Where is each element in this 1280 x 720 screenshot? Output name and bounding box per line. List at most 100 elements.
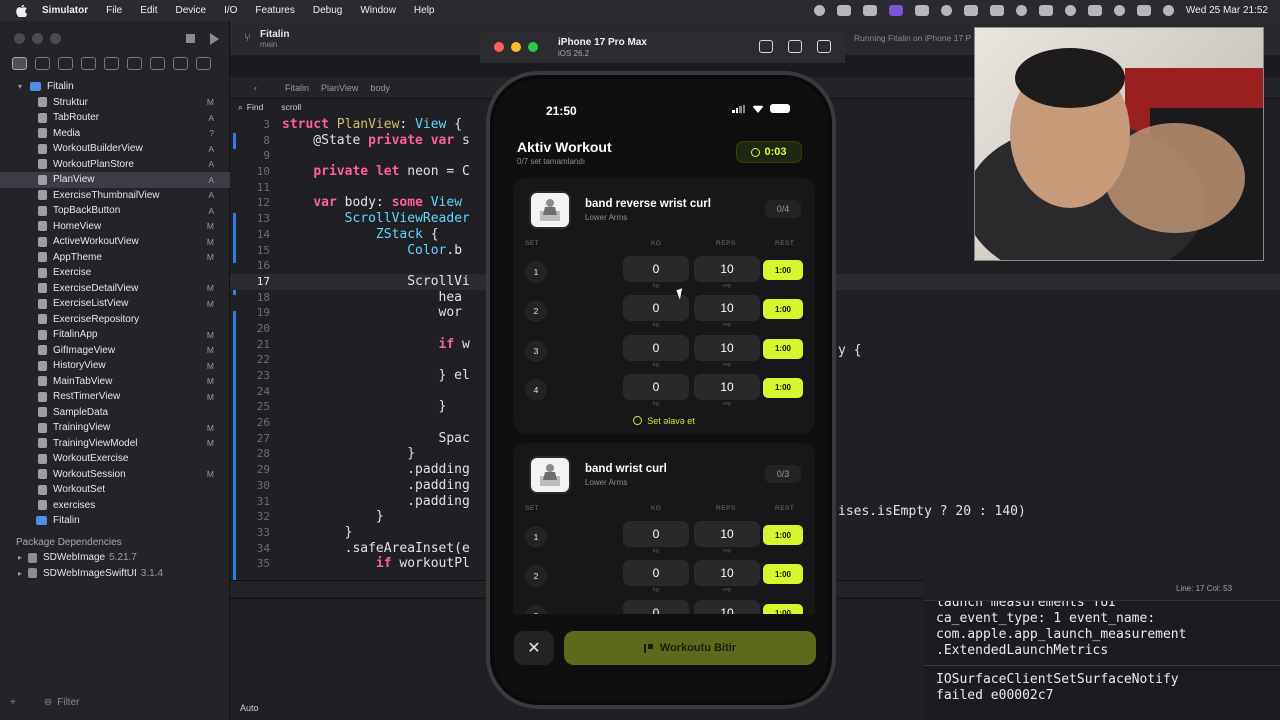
minimize-window-button[interactable]: [32, 33, 43, 44]
rotate-icon[interactable]: [817, 40, 831, 53]
breakpoint-icon[interactable]: [173, 57, 188, 70]
file-item[interactable]: RestTimerView M: [0, 389, 230, 405]
zoom-window-button[interactable]: [50, 33, 61, 44]
file-item[interactable]: WorkoutPlanStore A: [0, 157, 230, 173]
zoom-window-button[interactable]: [528, 42, 538, 52]
status-icon[interactable]: [813, 5, 825, 16]
reps-input[interactable]: 10: [694, 334, 760, 361]
file-item[interactable]: WorkoutExercise: [0, 451, 230, 467]
menu-window[interactable]: Window: [360, 5, 396, 16]
chevron-right-icon[interactable]: ▸: [18, 569, 22, 578]
weight-input[interactable]: 0: [623, 521, 689, 547]
reps-input[interactable]: 10: [694, 521, 760, 547]
close-workout-button[interactable]: ✕: [514, 631, 554, 665]
debug-icon[interactable]: [150, 57, 165, 70]
rest-button[interactable]: 1:00: [763, 377, 803, 398]
reps-input[interactable]: 10: [694, 256, 760, 282]
file-item[interactable]: MainTabView M: [0, 374, 230, 390]
exercise-name[interactable]: band reverse wrist curl: [585, 198, 711, 210]
screen-record-icon[interactable]: [888, 5, 903, 16]
control-center-icon[interactable]: [1136, 5, 1151, 16]
file-item[interactable]: exercises: [0, 498, 230, 514]
bookmark-icon[interactable]: [58, 57, 73, 70]
chevron-right-icon[interactable]: ▸: [18, 553, 22, 562]
battery-icon[interactable]: [1087, 5, 1102, 16]
set-number[interactable]: 1: [525, 261, 547, 283]
rest-button[interactable]: 1:00: [763, 338, 803, 359]
project-root[interactable]: ▾ Fitalin: [0, 79, 230, 95]
stop-icon[interactable]: [186, 34, 195, 43]
navigator-filter[interactable]: + ⊜ Filter: [10, 694, 220, 710]
set-number[interactable]: 1: [525, 526, 547, 548]
screenshot-icon[interactable]: [788, 40, 802, 53]
jump-symbol[interactable]: body: [370, 83, 390, 93]
file-item[interactable]: FitalinApp M: [0, 327, 230, 343]
weight-input[interactable]: 0: [623, 334, 689, 361]
rest-button[interactable]: 1:00: [763, 525, 803, 545]
package-item[interactable]: ▸ SDWebImage 5.21.7: [0, 550, 230, 566]
auto-selector[interactable]: Auto: [240, 703, 259, 713]
report-icon[interactable]: [196, 57, 211, 70]
find-query[interactable]: scroll: [281, 102, 301, 112]
status-icon[interactable]: [862, 5, 877, 16]
menu-app-name[interactable]: Simulator: [42, 5, 88, 16]
keyboard-input-icon[interactable]: [1038, 5, 1053, 16]
package-item[interactable]: ▸ SDWebImageSwiftUI 3.1.4: [0, 566, 230, 582]
set-number[interactable]: 3: [525, 339, 547, 362]
find-mode[interactable]: Find: [247, 102, 264, 112]
file-item[interactable]: WorkoutSet: [0, 482, 230, 498]
file-item[interactable]: ExerciseThumbnailView A: [0, 188, 230, 204]
jump-project[interactable]: Fitalin: [285, 83, 309, 93]
rest-button[interactable]: 1:00: [763, 564, 803, 585]
status-icon[interactable]: [963, 5, 978, 16]
set-number[interactable]: 4: [525, 378, 547, 401]
file-item[interactable]: WorkoutSession M: [0, 467, 230, 483]
set-number[interactable]: 2: [525, 300, 547, 323]
close-window-button[interactable]: [494, 42, 504, 52]
rest-button[interactable]: 1:00: [763, 260, 803, 280]
menu-file[interactable]: File: [106, 5, 122, 16]
status-icon[interactable]: [836, 5, 851, 16]
home-icon[interactable]: [759, 40, 773, 53]
menu-device[interactable]: Device: [175, 5, 206, 16]
exercise-name[interactable]: band wrist curl: [585, 463, 667, 475]
chevron-down-icon[interactable]: ▾: [18, 82, 22, 91]
status-icon[interactable]: [1015, 5, 1027, 16]
file-item[interactable]: TrainingView M: [0, 420, 230, 436]
reps-input[interactable]: 10: [694, 373, 760, 400]
file-item[interactable]: ExerciseDetailView M: [0, 281, 230, 297]
file-item[interactable]: TrainingViewModel M: [0, 436, 230, 452]
menu-debug[interactable]: Debug: [313, 5, 342, 16]
menu-clock[interactable]: Wed 25 Mar 21:52: [1186, 5, 1268, 16]
debug-console[interactable]: launch measurements TUI ca_event_type: 1…: [924, 600, 1280, 720]
weight-input[interactable]: 0: [623, 560, 689, 587]
file-item[interactable]: ExerciseRepository: [0, 312, 230, 328]
siri-icon[interactable]: [1162, 5, 1174, 16]
file-item[interactable]: Media?: [0, 126, 230, 142]
file-item[interactable]: Fitalin: [0, 513, 230, 529]
file-item[interactable]: HistoryView M: [0, 358, 230, 374]
menu-io[interactable]: I/O: [224, 5, 237, 16]
file-item[interactable]: HomeView M: [0, 219, 230, 235]
menu-features[interactable]: Features: [255, 5, 294, 16]
test-icon[interactable]: [127, 57, 142, 70]
file-item[interactable]: TopBackButton A: [0, 203, 230, 219]
file-item[interactable]: Exercise: [0, 265, 230, 281]
apple-menu-icon[interactable]: [14, 4, 28, 18]
status-icon[interactable]: [940, 5, 952, 16]
add-set-button[interactable]: Set əlavə et: [513, 416, 815, 426]
file-item[interactable]: GifImageView M: [0, 343, 230, 359]
workout-timer[interactable]: 0:03: [736, 141, 802, 163]
file-item[interactable]: Struktur M: [0, 95, 230, 111]
file-item[interactable]: ExerciseListView M: [0, 296, 230, 312]
reps-input[interactable]: 10: [694, 560, 760, 587]
status-icon[interactable]: [989, 5, 1004, 16]
search-icon[interactable]: [1113, 5, 1125, 16]
scheme-name[interactable]: Fitalin: [260, 29, 289, 40]
menu-help[interactable]: Help: [414, 5, 435, 16]
add-icon[interactable]: +: [10, 697, 16, 708]
exercise-thumbnail[interactable]: [529, 456, 571, 494]
folder-icon[interactable]: [12, 57, 27, 70]
back-icon[interactable]: ‹: [254, 83, 257, 93]
weight-input[interactable]: 0: [623, 373, 689, 400]
